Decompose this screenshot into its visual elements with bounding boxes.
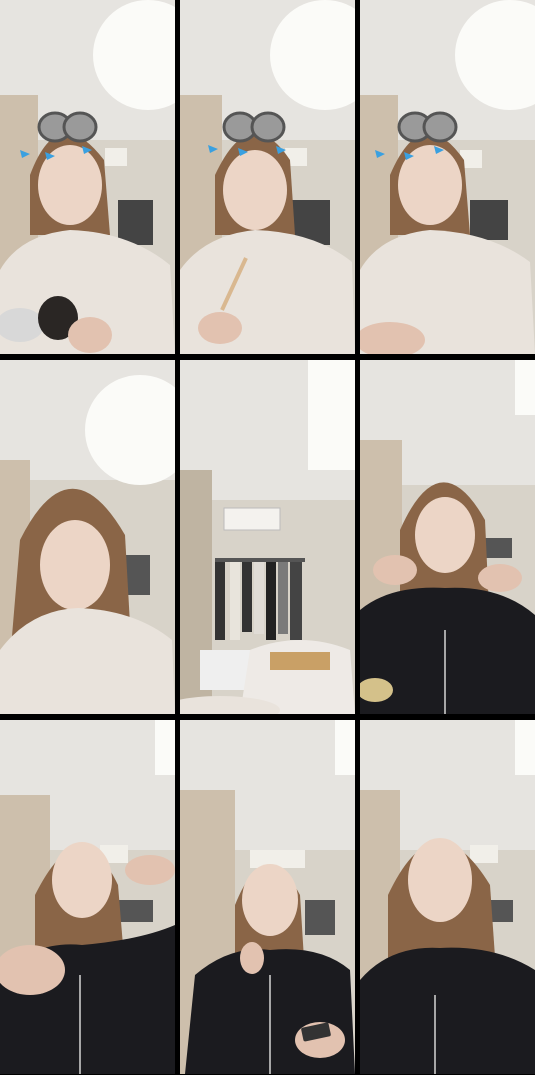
photo-collage-grid (0, 0, 535, 1075)
photo-frame-6-image (360, 360, 535, 714)
photo-frame-1-image (0, 0, 175, 354)
photo-frame-4 (0, 360, 175, 714)
photo-frame-9-image (360, 720, 535, 1074)
photo-frame-5-image (180, 360, 355, 714)
photo-frame-3-image (360, 0, 535, 354)
photo-frame-4-image (0, 360, 175, 714)
photo-frame-3 (360, 0, 535, 354)
photo-frame-8-image (180, 720, 355, 1074)
photo-frame-5 (180, 360, 355, 714)
photo-frame-6 (360, 360, 535, 714)
photo-frame-7 (0, 720, 175, 1074)
photo-frame-9 (360, 720, 535, 1074)
photo-frame-8 (180, 720, 355, 1074)
photo-frame-1 (0, 0, 175, 354)
photo-frame-2-image (180, 0, 355, 354)
photo-frame-7-image (0, 720, 175, 1074)
photo-frame-2 (180, 0, 355, 354)
